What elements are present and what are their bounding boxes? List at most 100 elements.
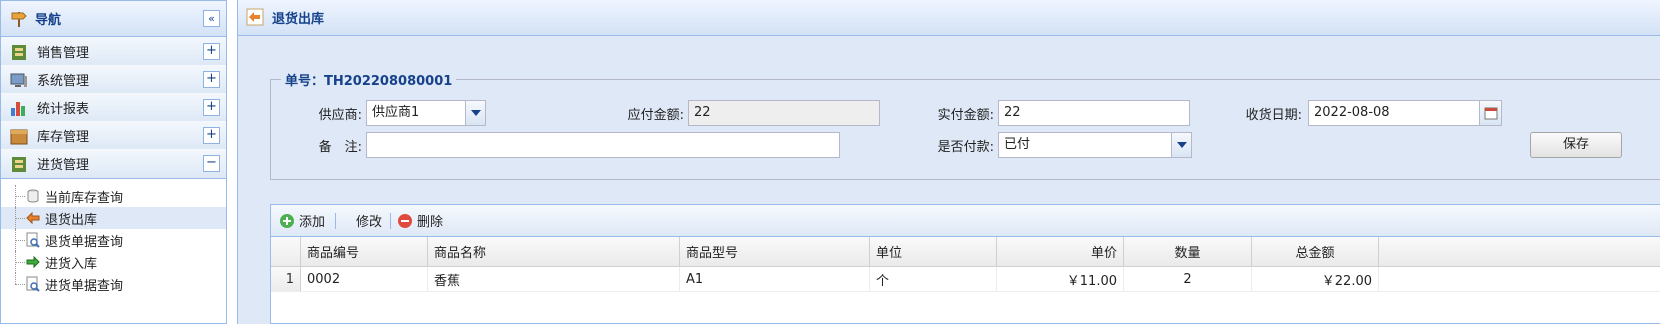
- column-header[interactable]: 单位: [870, 237, 997, 266]
- nav-item-label: 当前库存查询: [45, 190, 124, 206]
- nav-section-label: 库存管理: [37, 130, 90, 145]
- nav-section-sales[interactable]: 销售管理 +: [1, 37, 226, 67]
- cell-unit[interactable]: 个: [870, 267, 997, 291]
- panel-title: 退货出库: [272, 12, 325, 27]
- tree-line: [15, 262, 25, 263]
- cell-quantity[interactable]: 2: [1124, 267, 1252, 291]
- nav-item-label: 退货单据查询: [45, 234, 124, 250]
- purchase-icon: [9, 154, 29, 174]
- calendar-icon[interactable]: [1479, 101, 1501, 125]
- nav-section-purchase[interactable]: 进货管理 −: [1, 149, 226, 179]
- nav-section-reports[interactable]: 统计报表 +: [1, 93, 226, 123]
- cell-code[interactable]: 0002: [301, 267, 428, 291]
- paid-label: 实付金额:: [937, 107, 994, 123]
- database-icon: [25, 188, 41, 204]
- nav-item-return-query[interactable]: 退货单据查询: [1, 229, 226, 251]
- nav-title: 导航: [35, 13, 62, 28]
- column-header[interactable]: 商品编号: [301, 237, 428, 266]
- chevron-down-icon[interactable]: [465, 101, 485, 125]
- remark-field: 备 注:: [298, 132, 840, 158]
- nav-section-inventory[interactable]: 库存管理 +: [1, 121, 226, 151]
- expand-icon[interactable]: +: [203, 127, 220, 144]
- nav-sidebar: 导航 « 销售管理 + 系统管理 + 统计报表 + 库存管理 + 进货管理 −: [0, 0, 227, 324]
- payable-field: 应付金额: 22: [578, 100, 880, 126]
- date-input[interactable]: 2022-08-08: [1308, 100, 1502, 126]
- bar-chart-icon: [9, 98, 29, 118]
- is-paid-label: 是否付款:: [937, 139, 994, 155]
- save-button[interactable]: 保存: [1530, 132, 1622, 158]
- return-arrow-icon: [25, 210, 41, 226]
- cell-price[interactable]: ￥11.00: [997, 267, 1124, 291]
- column-header[interactable]: 总金额: [1252, 237, 1379, 266]
- paid-input[interactable]: 22: [998, 100, 1190, 126]
- nav-section-label: 统计报表: [37, 102, 90, 117]
- nav-section-system[interactable]: 系统管理 +: [1, 65, 226, 95]
- nav-header: 导航 «: [1, 1, 226, 37]
- is-paid-value: 已付: [1004, 137, 1031, 152]
- expand-icon[interactable]: +: [203, 71, 220, 88]
- expand-icon[interactable]: +: [203, 43, 220, 60]
- nav-section-label: 系统管理: [37, 74, 90, 89]
- delete-label: 删除: [417, 215, 444, 230]
- tree-line: [15, 218, 25, 219]
- tree-line: [15, 284, 25, 285]
- supplier-select[interactable]: 供应商1: [366, 100, 486, 126]
- expand-icon[interactable]: +: [203, 99, 220, 116]
- remark-label: 备 注:: [318, 139, 362, 155]
- nav-section-label: 进货管理: [37, 158, 90, 173]
- search-document-icon: [25, 232, 41, 248]
- edit-button[interactable]: 修改: [356, 211, 382, 230]
- grid-toolbar: 添加 修改 删除: [271, 205, 1660, 237]
- add-icon: [279, 213, 295, 229]
- toolbar-separator: [390, 212, 392, 229]
- cell-model[interactable]: A1: [680, 267, 870, 291]
- is-paid-field: 是否付款: 已付: [888, 132, 1192, 158]
- paid-field: 实付金额: 22: [888, 100, 1190, 126]
- main-panel: 退货出库 单号：TH202208080001 供应商: 供应商1 应付金额: 2…: [237, 0, 1660, 324]
- collapse-nav-button[interactable]: «: [203, 10, 220, 27]
- computer-icon: [9, 70, 29, 90]
- add-button[interactable]: 添加: [279, 211, 325, 230]
- payable-input[interactable]: 22: [688, 100, 880, 126]
- supplier-value: 供应商1: [372, 105, 420, 120]
- column-header[interactable]: 商品型号: [680, 237, 870, 266]
- nav-item-label: 退货出库: [45, 212, 98, 228]
- return-arrow-icon: [246, 8, 266, 28]
- nav-item-purchase-inbound[interactable]: 进货入库: [1, 251, 226, 273]
- app-window: 导航 « 销售管理 + 系统管理 + 统计报表 + 库存管理 + 进货管理 −: [0, 0, 1660, 324]
- tree-line: [15, 196, 25, 197]
- row-number: 1: [271, 267, 301, 291]
- payable-label: 应付金额:: [627, 107, 684, 123]
- panel-header: 退货出库: [238, 0, 1660, 36]
- remark-input[interactable]: [366, 132, 840, 158]
- table-row[interactable]: 1 0002 香蕉 A1 个 ￥11.00 2 ￥22.00: [271, 267, 1660, 292]
- collapse-icon[interactable]: −: [203, 155, 220, 172]
- delete-button[interactable]: 删除: [397, 211, 443, 230]
- grid-header: 商品编号 商品名称 商品型号 单位 单价 数量 总金额: [271, 237, 1660, 267]
- column-header[interactable]: 数量: [1124, 237, 1252, 266]
- order-number-legend: 单号：TH202208080001: [285, 74, 453, 89]
- toolbar-separator: [335, 212, 337, 229]
- nav-section-label: 销售管理: [37, 46, 90, 61]
- nav-item-stock-query[interactable]: 当前库存查询: [1, 185, 226, 207]
- column-header[interactable]: 单价: [997, 237, 1124, 266]
- delete-icon: [397, 213, 413, 229]
- edit-label: 修改: [356, 215, 383, 230]
- cell-name[interactable]: 香蕉: [428, 267, 680, 291]
- add-label: 添加: [299, 215, 326, 230]
- items-grid: 添加 修改 删除 商品编号 商品名称 商品型号 单位 单价 数量 总金额 1 0…: [270, 204, 1660, 324]
- cell-total[interactable]: ￥22.00: [1252, 267, 1379, 291]
- nav-item-return-outbound[interactable]: 退货出库: [1, 207, 226, 229]
- tree-line: [15, 273, 16, 284]
- is-paid-select[interactable]: 已付: [998, 132, 1192, 158]
- supplier-label: 供应商:: [318, 107, 362, 123]
- nav-item-label: 进货单据查询: [45, 278, 124, 294]
- column-header[interactable]: 商品名称: [428, 237, 680, 266]
- date-field: 收货日期: 2022-08-08: [1198, 100, 1502, 126]
- nav-tree: 当前库存查询 退货出库 退货单据查询 进货入库 进货单据查询: [1, 185, 226, 295]
- chevron-down-icon[interactable]: [1171, 133, 1191, 157]
- date-label: 收货日期:: [1245, 107, 1302, 123]
- nav-item-purchase-query[interactable]: 进货单据查询: [1, 273, 226, 295]
- row-number-header: [271, 237, 301, 266]
- sales-icon: [9, 42, 29, 62]
